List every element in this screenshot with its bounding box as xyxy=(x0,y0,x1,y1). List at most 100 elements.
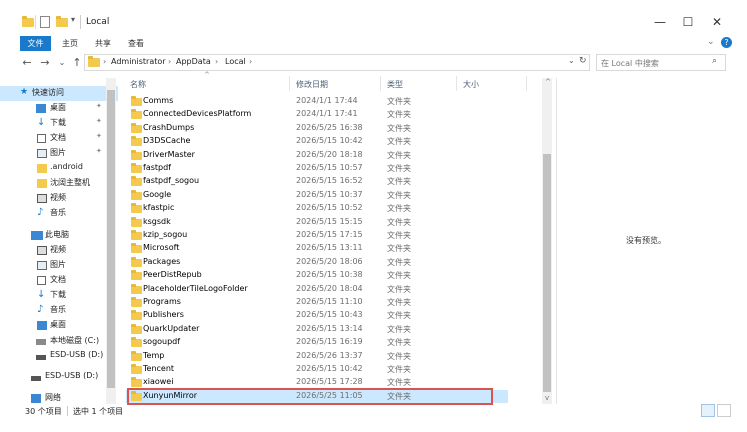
file-name: PeerDistRepub xyxy=(143,270,202,280)
table-row[interactable]: Publishers 2026/5/15 10:43 文件夹 xyxy=(126,309,508,322)
tab-share[interactable]: 共享 xyxy=(89,36,117,51)
nav-item-pc-downloads[interactable]: ↓ 下载 xyxy=(0,288,118,303)
table-row[interactable]: Temp 2026/5/26 13:37 文件夹 xyxy=(126,350,508,363)
file-date: 2024/1/1 17:41 xyxy=(296,109,358,119)
nav-item-quick-access[interactable]: ★ 快速访问 xyxy=(0,86,118,101)
breadcrumb-appdata[interactable]: AppData xyxy=(176,57,211,66)
back-arrow-icon[interactable]: ← xyxy=(20,56,34,70)
file-name: QuarkUpdater xyxy=(143,323,200,333)
breadcrumb-administrator[interactable]: Administrator xyxy=(111,57,166,66)
nav-item-desktop[interactable]: 桌面 ✦ xyxy=(0,101,118,116)
file-name: kfastpic xyxy=(143,203,175,213)
file-date: 2026/5/15 15:15 xyxy=(296,216,363,226)
column-divider[interactable] xyxy=(456,76,457,91)
breadcrumb-separator-icon[interactable]: › xyxy=(103,57,106,66)
table-row[interactable]: D3DSCache 2026/5/15 10:42 文件夹 xyxy=(126,135,508,148)
table-row[interactable]: PeerDistRepub 2026/5/15 10:38 文件夹 xyxy=(126,269,508,282)
breadcrumb-local[interactable]: Local xyxy=(225,57,246,66)
nav-item-drive-c[interactable]: 本地磁盘 (C:) xyxy=(0,334,118,349)
table-row[interactable]: sogoupdf 2026/5/15 16:19 文件夹 xyxy=(126,336,508,349)
tab-view[interactable]: 查看 xyxy=(122,36,150,51)
file-type: 文件夹 xyxy=(387,365,411,374)
tab-file[interactable]: 文件 xyxy=(20,36,51,51)
large-icons-view-icon[interactable] xyxy=(717,404,731,417)
forward-arrow-icon[interactable]: → xyxy=(38,56,52,70)
minimize-icon[interactable]: — xyxy=(645,14,675,30)
scroll-down-icon[interactable]: v xyxy=(545,394,549,402)
nav-item-usb-d[interactable]: ESD-USB (D:) xyxy=(0,349,118,364)
table-row[interactable]: PlaceholderTileLogoFolder 2026/5/20 18:04… xyxy=(126,283,508,296)
breadcrumb-separator-icon[interactable]: › xyxy=(249,57,252,66)
nav-item-folder[interactable]: 沈阔主整机 xyxy=(0,176,118,191)
up-arrow-icon[interactable]: ↑ xyxy=(70,56,84,70)
scroll-up-icon[interactable]: ^ xyxy=(545,78,551,86)
table-row[interactable]: QuarkUpdater 2026/5/15 13:14 文件夹 xyxy=(126,323,508,336)
column-divider[interactable] xyxy=(289,76,290,91)
nav-item-pc-music[interactable]: ♪ 音乐 xyxy=(0,303,118,318)
address-dropdown-icon[interactable]: ⌄ xyxy=(568,56,575,65)
nav-item-pc-videos[interactable]: 视频 xyxy=(0,243,118,258)
chevron-down-icon[interactable]: ⌄ xyxy=(707,37,715,47)
file-name: Publishers xyxy=(143,310,184,320)
table-row[interactable]: Google 2026/5/15 10:37 文件夹 xyxy=(126,189,508,202)
table-row[interactable]: Packages 2026/5/20 18:06 文件夹 xyxy=(126,256,508,269)
computer-icon xyxy=(31,231,43,240)
nav-item-videos[interactable]: 视频 xyxy=(0,191,118,206)
file-type: 文件夹 xyxy=(387,257,411,267)
table-row[interactable]: CrashDumps 2026/5/25 16:38 文件夹 xyxy=(126,122,508,135)
refresh-icon[interactable]: ↻ xyxy=(579,56,587,66)
table-row[interactable]: ksgsdk 2026/5/15 15:15 文件夹 xyxy=(126,216,508,229)
nav-item-pc-pictures[interactable]: 图片 xyxy=(0,258,118,273)
column-header-type[interactable]: 类型 xyxy=(387,79,403,90)
table-row[interactable]: ConnectedDevicesPlatform 2024/1/1 17:41 文件… xyxy=(126,108,508,121)
tab-home[interactable]: 主页 xyxy=(56,36,84,51)
file-date: 2026/5/15 10:38 xyxy=(296,270,363,280)
folder-icon xyxy=(131,297,142,307)
nav-item-music[interactable]: ♪ 音乐 xyxy=(0,206,118,221)
folder-icon xyxy=(22,16,34,29)
table-row[interactable]: fastpdf_sogou 2026/5/15 16:52 文件夹 xyxy=(126,175,508,188)
customize-qat-icon[interactable]: ▾ xyxy=(71,15,75,24)
help-icon[interactable]: ? xyxy=(721,37,732,48)
table-row[interactable]: Tencent 2026/5/15 10:42 文件夹 xyxy=(126,363,508,376)
column-divider[interactable] xyxy=(380,76,381,91)
breadcrumb-separator-icon[interactable]: › xyxy=(215,57,218,66)
new-folder-icon[interactable] xyxy=(56,16,68,29)
recent-locations-chevron-icon[interactable]: ⌄ xyxy=(55,56,69,70)
nav-item-pc-desktop[interactable]: 桌面 xyxy=(0,318,118,333)
maximize-icon[interactable]: ☐ xyxy=(673,14,703,30)
column-header-size[interactable]: 大小 xyxy=(463,79,479,90)
details-view-icon[interactable] xyxy=(701,404,715,417)
table-row[interactable]: kzip_sogou 2026/5/15 17:15 文件夹 xyxy=(126,229,508,242)
column-header-date[interactable]: 修改日期 xyxy=(296,79,328,90)
folder-icon xyxy=(131,337,142,348)
table-row[interactable]: Comms 2024/1/1 17:44 文件夹 xyxy=(126,95,508,108)
table-row[interactable]: Programs 2026/5/15 11:10 文件夹 xyxy=(126,296,508,309)
file-list-scrollbar[interactable] xyxy=(542,78,552,404)
nav-item-android[interactable]: .android xyxy=(0,161,118,176)
divider xyxy=(35,15,36,29)
search-icon[interactable]: ⌕ xyxy=(712,56,717,66)
folder-icon xyxy=(131,323,142,334)
nav-scrollbar[interactable] xyxy=(106,78,116,404)
table-row[interactable]: fastpdf 2026/5/15 10:57 文件夹 xyxy=(126,162,508,175)
nav-item-usb-d-root[interactable]: ESD-USB (D:) xyxy=(0,370,118,385)
nav-item-downloads[interactable]: ↓ 下载 ✦ xyxy=(0,116,118,131)
folder-icon xyxy=(131,189,142,200)
close-icon[interactable]: ✕ xyxy=(702,14,732,30)
nav-item-this-pc[interactable]: 此电脑 xyxy=(0,228,118,243)
file-list-scrollbar-thumb[interactable] xyxy=(543,154,551,392)
nav-scrollbar-thumb[interactable] xyxy=(107,90,115,388)
file-date: 2026/5/15 16:52 xyxy=(296,176,363,186)
nav-item-pc-documents[interactable]: 文档 xyxy=(0,273,118,288)
table-row[interactable]: kfastpic 2026/5/15 10:52 文件夹 xyxy=(126,202,508,215)
table-row[interactable]: DriverMaster 2026/5/20 18:18 文件夹 xyxy=(126,149,508,162)
document-icon xyxy=(37,134,46,143)
properties-icon[interactable] xyxy=(40,16,50,28)
column-divider[interactable] xyxy=(526,76,527,91)
nav-item-pictures[interactable]: 图片 ✦ xyxy=(0,146,118,161)
table-row[interactable]: Microsoft 2026/5/15 13:11 文件夹 xyxy=(126,242,508,255)
nav-item-documents[interactable]: 文档 ✦ xyxy=(0,131,118,146)
breadcrumb-separator-icon[interactable]: › xyxy=(168,57,171,66)
column-header-name[interactable]: 名称 xyxy=(130,79,146,90)
